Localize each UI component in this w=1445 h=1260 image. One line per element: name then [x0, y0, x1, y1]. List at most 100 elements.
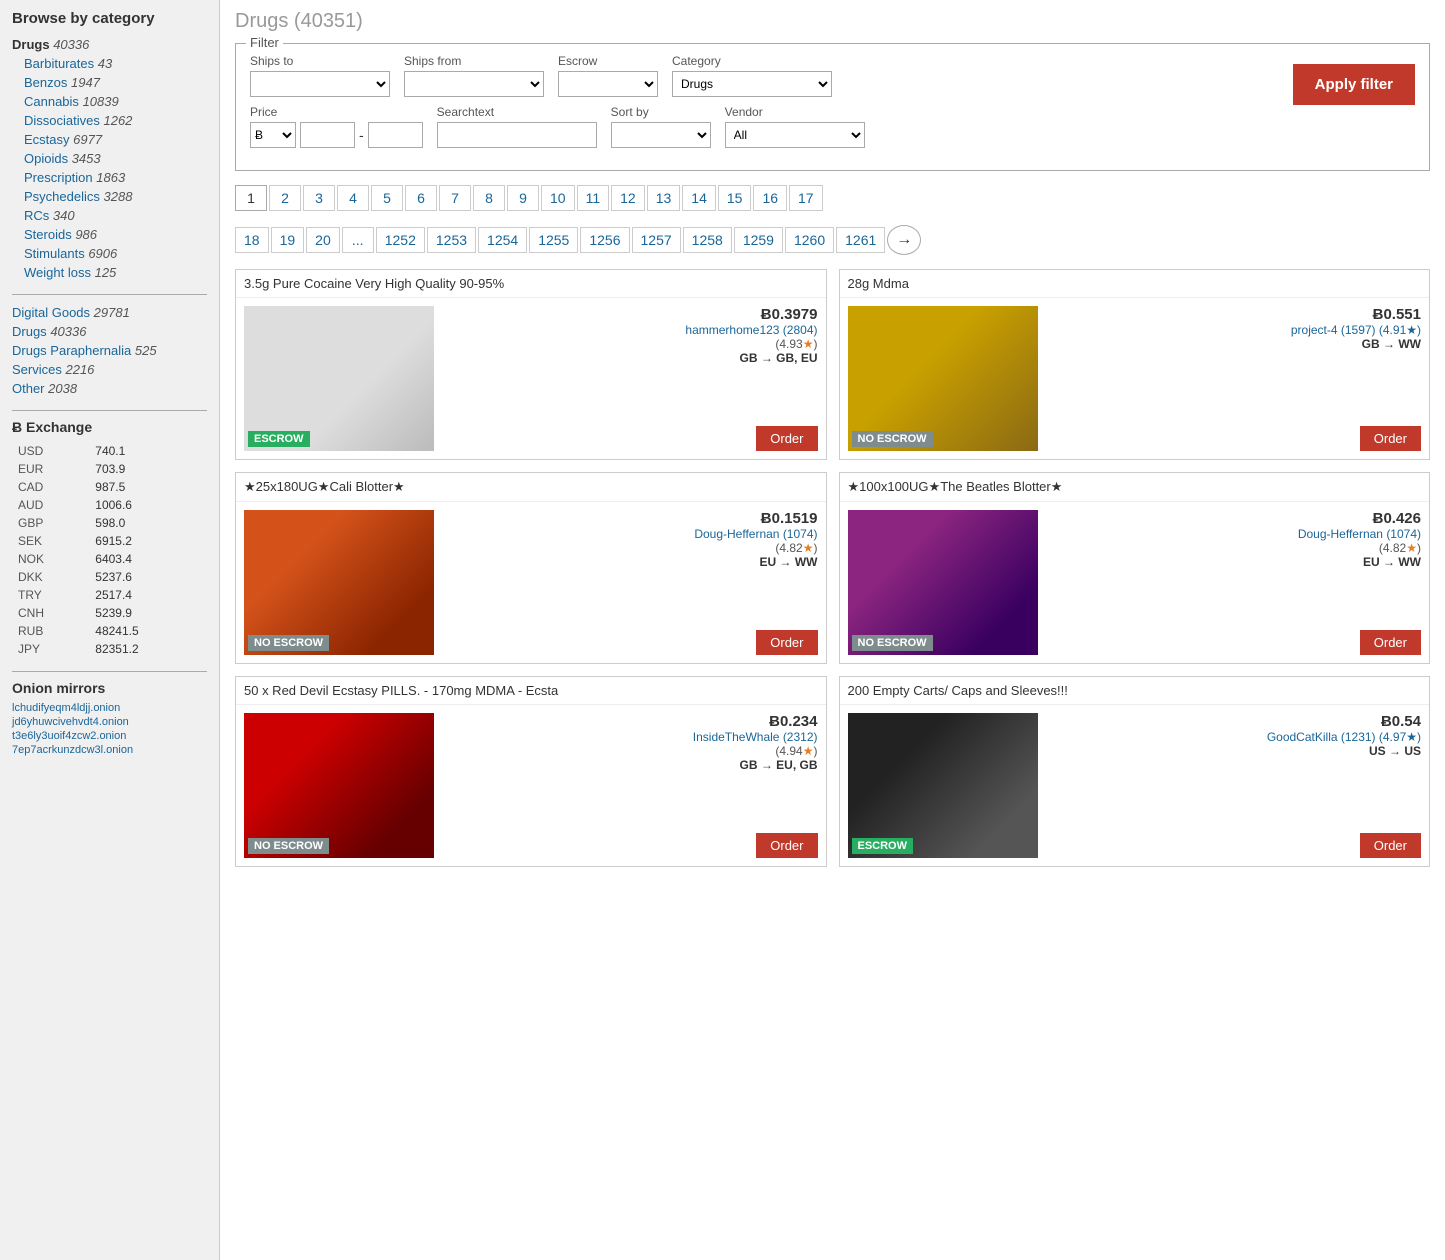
escrow-label: Escrow	[558, 54, 658, 68]
product-vendor[interactable]: InsideTheWhale (2312)	[693, 730, 818, 744]
sidebar-item-drugs[interactable]: Drugs 40336	[12, 322, 207, 341]
price-currency-select[interactable]: Ƀ	[250, 122, 296, 148]
page-link-18[interactable]: 18	[235, 227, 269, 253]
sidebar-item-dissociatives[interactable]: Dissociatives 1262	[12, 111, 207, 130]
sidebar-item-digital-goods[interactable]: Digital Goods 29781	[12, 303, 207, 322]
page-link-1259[interactable]: 1259	[734, 227, 783, 253]
searchtext-input[interactable]	[437, 122, 597, 148]
vendor-label: Vendor	[725, 105, 865, 119]
ships-to-label: Ships to	[250, 54, 390, 68]
pagination-next-arrow[interactable]: →	[887, 225, 921, 255]
sidebar-item-prescription[interactable]: Prescription 1863	[12, 168, 207, 187]
filter-box: Filter Ships to Ships from Escrow	[235, 43, 1430, 171]
page-link-20[interactable]: 20	[306, 227, 340, 253]
sidebar-item-drugs-paraphernalia[interactable]: Drugs Paraphernalia 525	[12, 341, 207, 360]
searchtext-group: Searchtext	[437, 105, 597, 148]
page-link-1255[interactable]: 1255	[529, 227, 578, 253]
sidebar-item-steroids[interactable]: Steroids 986	[12, 225, 207, 244]
page-link-1252[interactable]: 1252	[376, 227, 425, 253]
page-link-7[interactable]: 7	[439, 185, 471, 211]
escrow-badge: NO ESCROW	[248, 838, 329, 854]
product-shipping: US → US	[1267, 744, 1421, 758]
page-link-3[interactable]: 3	[303, 185, 335, 211]
sidebar-item-ecstasy[interactable]: Ecstasy 6977	[12, 130, 207, 149]
product-vendor[interactable]: hammerhome123 (2804)	[685, 323, 817, 337]
sidebar-item-opioids[interactable]: Opioids 3453	[12, 149, 207, 168]
onion-link[interactable]: 7ep7acrkunzdcw3l.onion	[12, 744, 207, 756]
page-link-14[interactable]: 14	[682, 185, 716, 211]
product-image: NO ESCROW	[848, 510, 1038, 655]
category-filter-label: Category	[672, 54, 832, 68]
product-vendor[interactable]: Doug-Heffernan (1074)	[1298, 527, 1421, 541]
page-link-5[interactable]: 5	[371, 185, 403, 211]
ships-to-select[interactable]	[250, 71, 390, 97]
sidebar-item-psychedelics[interactable]: Psychedelics 3288	[12, 187, 207, 206]
onion-link[interactable]: t3e6ly3uoif4zcw2.onion	[12, 730, 207, 742]
product-shipping: EU → WW	[694, 555, 817, 569]
sidebar-item-other[interactable]: Other 2038	[12, 379, 207, 398]
page-link-4[interactable]: 4	[337, 185, 369, 211]
page-link-19[interactable]: 19	[271, 227, 305, 253]
sort-by-select[interactable]	[611, 122, 711, 148]
page-link-15[interactable]: 15	[718, 185, 752, 211]
page-link-13[interactable]: 13	[647, 185, 681, 211]
page-link-6[interactable]: 6	[405, 185, 437, 211]
exchange-rate-rub: RUB48241.5	[14, 623, 205, 639]
sidebar-item-services[interactable]: Services 2216	[12, 360, 207, 379]
sidebar-item-drugs[interactable]: Drugs 40336	[12, 35, 207, 54]
sidebar-item-barbiturates[interactable]: Barbiturates 43	[12, 54, 207, 73]
page-link-1253[interactable]: 1253	[427, 227, 476, 253]
sidebar-item-cannabis[interactable]: Cannabis 10839	[12, 92, 207, 111]
page-link-1260[interactable]: 1260	[785, 227, 834, 253]
exchange-rate-nok: NOK6403.4	[14, 551, 205, 567]
page-link-1[interactable]: 1	[235, 185, 267, 211]
product-image: ESCROW	[848, 713, 1038, 858]
sidebar-item-stimulants[interactable]: Stimulants 6906	[12, 244, 207, 263]
sidebar-item-weight-loss[interactable]: Weight loss 125	[12, 263, 207, 282]
product-card: 3.5g Pure Cocaine Very High Quality 90-9…	[235, 269, 827, 460]
product-vendor[interactable]: GoodCatKilla (1231) (4.97★)	[1267, 730, 1421, 744]
order-button[interactable]: Order	[756, 630, 817, 655]
product-info: Ƀ0.426 Doug-Heffernan (1074) (4.82★) EU …	[1048, 510, 1422, 655]
sidebar-item-benzos[interactable]: Benzos 1947	[12, 73, 207, 92]
category-select[interactable]: Drugs	[672, 71, 832, 97]
product-info: Ƀ0.54 GoodCatKilla (1231) (4.97★) US → U…	[1048, 713, 1422, 858]
escrow-badge: ESCROW	[852, 838, 914, 854]
onion-link[interactable]: lchudifyeqm4ldjj.onion	[12, 702, 207, 714]
page-link-2[interactable]: 2	[269, 185, 301, 211]
vendor-select[interactable]: All	[725, 122, 865, 148]
page-link-1258[interactable]: 1258	[683, 227, 732, 253]
page-link-12[interactable]: 12	[611, 185, 645, 211]
exchange-rate-try: TRY2517.4	[14, 587, 205, 603]
page-link-8[interactable]: 8	[473, 185, 505, 211]
price-max-input[interactable]	[368, 122, 423, 148]
page-link-10[interactable]: 10	[541, 185, 575, 211]
sidebar-divider-3	[12, 671, 207, 672]
sidebar-item-rcs[interactable]: RCs 340	[12, 206, 207, 225]
order-button[interactable]: Order	[756, 833, 817, 858]
price-min-input[interactable]	[300, 122, 355, 148]
onion-link[interactable]: jd6yhuwcivehvdt4.onion	[12, 716, 207, 728]
page-link-17[interactable]: 17	[789, 185, 823, 211]
escrow-select[interactable]	[558, 71, 658, 97]
onion-title: Onion mirrors	[12, 680, 207, 696]
ships-from-select[interactable]	[404, 71, 544, 97]
order-button[interactable]: Order	[1360, 833, 1421, 858]
page-link-1257[interactable]: 1257	[632, 227, 681, 253]
page-link-1261[interactable]: 1261	[836, 227, 885, 253]
product-body: ESCROW Ƀ0.54 GoodCatKilla (1231) (4.97★)…	[840, 705, 1430, 866]
page-link-1256[interactable]: 1256	[580, 227, 629, 253]
order-button[interactable]: Order	[1360, 630, 1421, 655]
product-vendor[interactable]: project-4 (1597) (4.91★)	[1291, 323, 1421, 337]
apply-filter-button[interactable]: Apply filter	[1293, 64, 1415, 105]
page-link-9[interactable]: 9	[507, 185, 539, 211]
order-button[interactable]: Order	[1360, 426, 1421, 451]
exchange-section: Ƀ Exchange USD740.1EUR703.9CAD987.5AUD10…	[12, 419, 207, 659]
order-button[interactable]: Order	[756, 426, 817, 451]
product-vendor[interactable]: Doug-Heffernan (1074)	[694, 527, 817, 541]
page-link-16[interactable]: 16	[753, 185, 787, 211]
exchange-rate-aud: AUD1006.6	[14, 497, 205, 513]
page-link-1254[interactable]: 1254	[478, 227, 527, 253]
category-section: Drugs 40336Barbiturates 43Benzos 1947Can…	[12, 35, 207, 282]
page-link-11[interactable]: 11	[577, 185, 610, 211]
